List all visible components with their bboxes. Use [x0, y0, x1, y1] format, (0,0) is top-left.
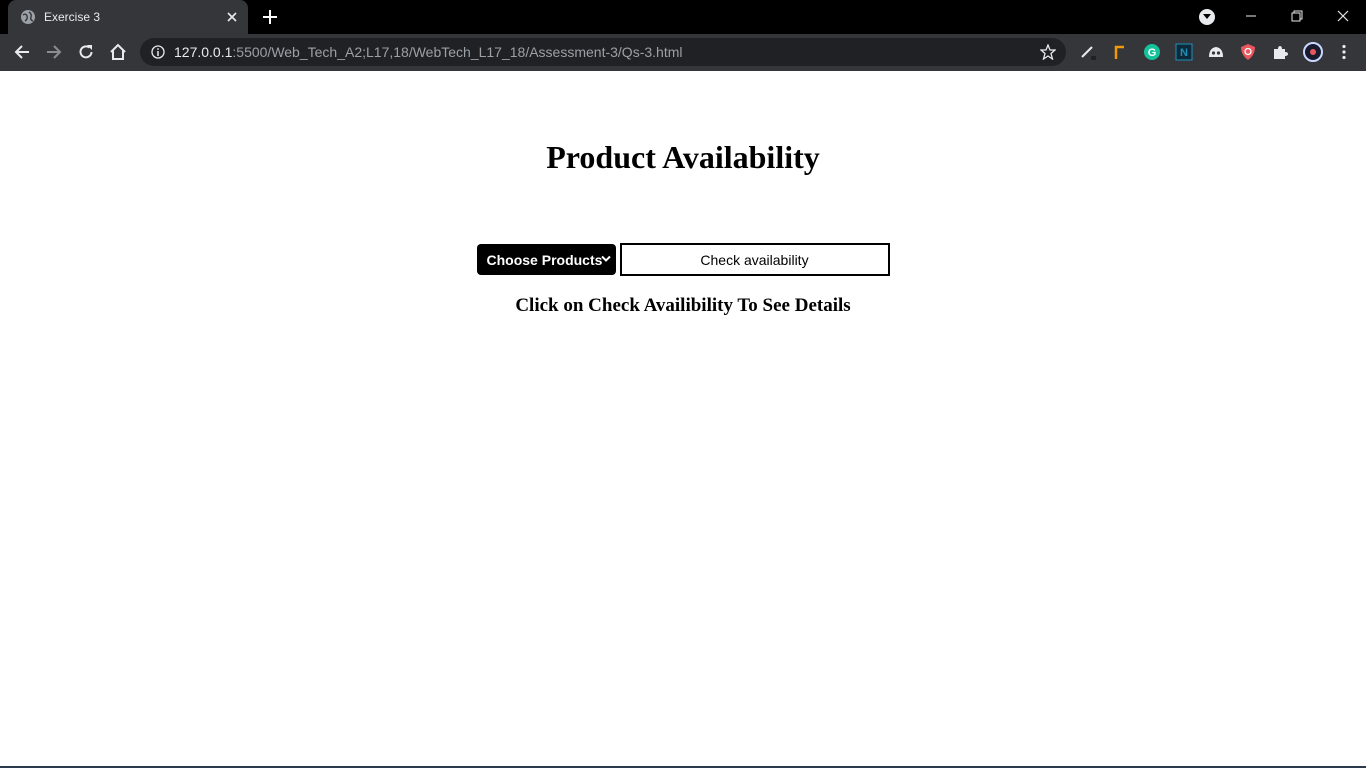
puzzle-extensions-icon[interactable]	[1271, 43, 1289, 61]
url-text: 127.0.0.1:5500/Web_Tech_A2;L17,18/WebTec…	[174, 44, 682, 60]
chevron-down-icon	[600, 254, 611, 264]
ghost-extension-icon[interactable]	[1207, 43, 1225, 61]
forward-icon[interactable]	[42, 40, 66, 64]
grammarly-extension-icon[interactable]: G	[1143, 43, 1161, 61]
details-message: Click on Check Availibility To See Detai…	[515, 295, 851, 316]
availability-controls: Choose Products Check availability	[0, 243, 1366, 276]
tab-strip: Exercise 3	[0, 0, 1366, 34]
notion-extension-icon[interactable]: N	[1175, 43, 1193, 61]
star-icon[interactable]	[1040, 44, 1056, 60]
plus-icon[interactable]	[260, 7, 280, 27]
address-bar[interactable]: 127.0.0.1:5500/Web_Tech_A2;L17,18/WebTec…	[140, 38, 1066, 66]
url-host: 127.0.0.1	[174, 44, 233, 60]
product-select[interactable]: Choose Products	[476, 244, 616, 275]
url-path: :5500/Web_Tech_A2;L17,18/WebTech_L17_18/…	[232, 44, 683, 60]
minimize-icon[interactable]	[1228, 0, 1274, 32]
page-title: Product Availability	[546, 139, 820, 175]
globe-icon	[20, 9, 36, 25]
shield-extension-icon[interactable]	[1239, 43, 1257, 61]
tab-title: Exercise 3	[44, 10, 101, 24]
kebab-menu-icon[interactable]	[1335, 43, 1353, 61]
svg-text:N: N	[1180, 47, 1188, 59]
check-availability-button[interactable]: Check availability	[619, 243, 890, 276]
home-icon[interactable]	[106, 40, 130, 64]
close-icon[interactable]	[224, 9, 240, 25]
back-icon[interactable]	[10, 40, 34, 64]
tab-exercise-3[interactable]: Exercise 3	[8, 0, 248, 34]
reload-icon[interactable]	[74, 40, 98, 64]
profile-avatar-icon[interactable]	[1303, 42, 1323, 62]
restore-icon[interactable]	[1274, 0, 1320, 32]
pen-extension-icon[interactable]	[1079, 43, 1097, 61]
flag-extension-icon[interactable]	[1111, 43, 1129, 61]
product-select-value: Choose Products	[486, 251, 603, 268]
info-icon[interactable]	[150, 44, 166, 60]
window-close-icon[interactable]	[1320, 0, 1366, 32]
svg-text:G: G	[1148, 47, 1157, 59]
browser-toolbar: 127.0.0.1:5500/Web_Tech_A2;L17,18/WebTec…	[0, 34, 1366, 71]
page-content: Product Availability Choose Products Che…	[0, 71, 1366, 768]
tab-search-icon[interactable]	[1199, 9, 1215, 25]
